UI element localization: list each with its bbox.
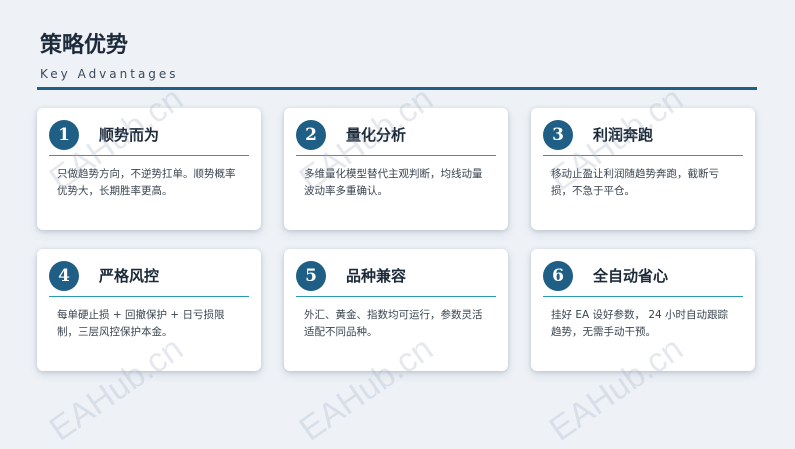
- card-number-badge: 2: [296, 120, 326, 150]
- card-description: 挂好 EA 设好参数， 24 小时自动跟踪趋势，无需手动干预。: [551, 309, 729, 338]
- card-number-badge: 1: [49, 120, 79, 150]
- card-description: 外汇、黄金、指数均可运行，参数灵活适配不同品种。: [304, 309, 483, 338]
- advantage-card-1: 1 顺势而为 只做趋势方向，不逆势扛单。顺势概率优势大，长期胜率更高。: [37, 108, 261, 230]
- card-divider: [296, 296, 496, 297]
- card-number-badge: 4: [49, 261, 79, 291]
- card-description: 每单硬止损 + 回撤保护 + 日亏损限制，三层风控保护本金。: [57, 309, 225, 338]
- advantage-card-5: 5 品种兼容 外汇、黄金、指数均可运行，参数灵活适配不同品种。: [284, 249, 508, 371]
- card-description: 多维量化模型替代主观判断，均线动量波动率多重确认。: [304, 168, 483, 197]
- header-divider: [37, 87, 757, 90]
- page-title: 策略优势: [40, 32, 129, 58]
- card-divider: [49, 296, 249, 297]
- advantage-card-2: 2 量化分析 多维量化模型替代主观判断，均线动量波动率多重确认。: [284, 108, 508, 230]
- page-subtitle: Key Advantages: [40, 67, 179, 81]
- card-divider: [296, 155, 496, 156]
- card-title: 利润奔跑: [593, 126, 654, 144]
- card-title: 严格风控: [99, 267, 160, 285]
- card-description: 只做趋势方向，不逆势扛单。顺势概率优势大，长期胜率更高。: [57, 168, 236, 197]
- advantage-card-3: 3 利润奔跑 移动止盈让利润随趋势奔跑，截断亏损，不急于平仓。: [531, 108, 755, 230]
- card-divider: [49, 155, 249, 156]
- card-number-badge: 5: [296, 261, 326, 291]
- card-description: 移动止盈让利润随趋势奔跑，截断亏损，不急于平仓。: [551, 168, 719, 197]
- card-title: 顺势而为: [99, 126, 160, 144]
- advantage-card-6: 6 全自动省心 挂好 EA 设好参数， 24 小时自动跟踪趋势，无需手动干预。: [531, 249, 755, 371]
- card-title: 品种兼容: [346, 267, 407, 285]
- card-title: 量化分析: [346, 126, 407, 144]
- card-divider: [543, 296, 743, 297]
- card-number-badge: 6: [543, 261, 573, 291]
- card-divider: [543, 155, 743, 156]
- card-title: 全自动省心: [593, 267, 669, 285]
- advantage-card-4: 4 严格风控 每单硬止损 + 回撤保护 + 日亏损限制，三层风控保护本金。: [37, 249, 261, 371]
- card-number-badge: 3: [543, 120, 573, 150]
- header: 策略优势 Key Advantages: [40, 30, 756, 82]
